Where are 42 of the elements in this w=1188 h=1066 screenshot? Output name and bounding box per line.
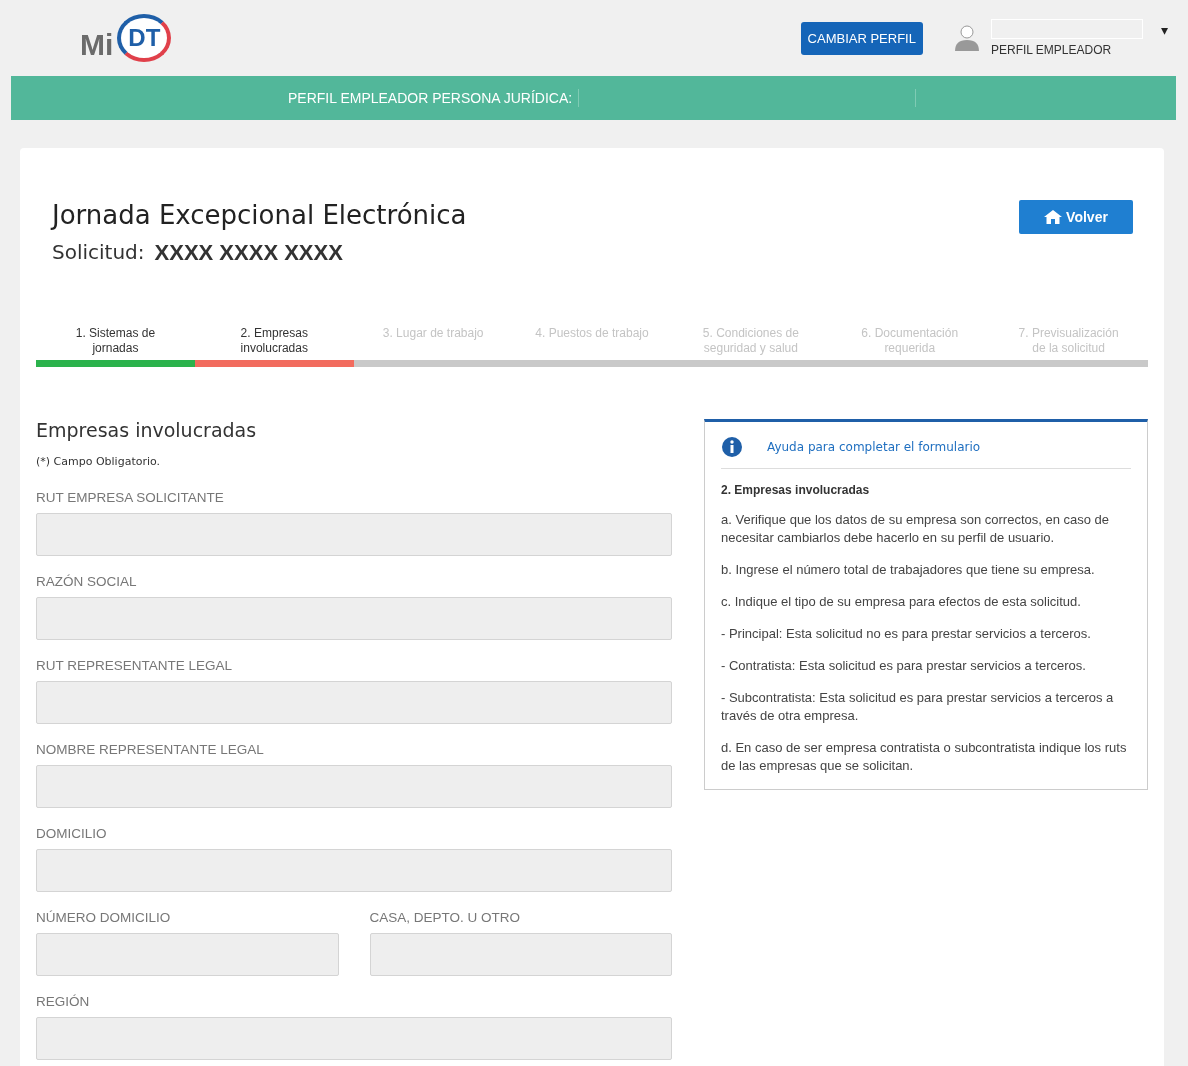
required-note: (*) Campo Obligatorio. xyxy=(36,455,162,468)
help-title: Ayuda para completar el formulario xyxy=(767,440,981,454)
help-paragraph: - Subcontratista: Esta solicitud es para prestar servicios a terceros a través de otra empresa. xyxy=(721,689,1115,725)
help-section-title: 2. Empresas involucradas xyxy=(721,483,871,497)
field-label: REGIÓN xyxy=(36,994,91,1009)
input-field[interactable] xyxy=(36,933,339,976)
user-icon xyxy=(952,24,981,52)
logo-text: Mi xyxy=(80,28,114,62)
field-label: RUT REPRESENTANTE LEGAL xyxy=(36,658,234,673)
field-label: NÚMERO DOMICILIO xyxy=(36,910,172,925)
info-icon xyxy=(721,436,743,458)
input-field[interactable] xyxy=(36,681,672,724)
input-field[interactable] xyxy=(36,765,672,808)
input-field[interactable] xyxy=(36,849,672,892)
form-title: Empresas involucradas xyxy=(36,419,258,441)
help-paragraph: - Contratista: Esta solicitud es para prestar servicios a terceros. xyxy=(721,657,1087,675)
request-label: Solicitud: xyxy=(52,240,145,266)
profile-label: PERFIL EMPLEADOR PERSONA JURÍDICA: xyxy=(288,90,573,106)
help-paragraph: d. En caso de ser empresa contratista o subcontratista indique los ruts de las empresas que se solicitan. xyxy=(721,739,1128,775)
user-role: PERFIL EMPLEADOR xyxy=(990,43,1113,57)
request-number: XXXX XXXX XXXX xyxy=(154,240,343,266)
back-button[interactable]: Volver xyxy=(1019,200,1133,234)
input-field[interactable] xyxy=(36,1017,672,1060)
page-title: Jornada Excepcional Electrónica xyxy=(52,200,467,230)
wizard-step[interactable]: 1. Sistemas de jornadas xyxy=(36,326,195,367)
wizard-step[interactable]: 2. Empresas involucradas xyxy=(194,326,354,367)
help-paragraph: c. Indique el tipo de su empresa para efectos de esta solicitud. xyxy=(721,593,1082,611)
home-icon xyxy=(1044,210,1063,224)
field-label: DOMICILIO xyxy=(36,826,108,841)
input-field[interactable] xyxy=(36,597,672,640)
input-field[interactable] xyxy=(369,933,672,976)
field-label: NOMBRE REPRESENTANTE LEGAL xyxy=(36,742,265,757)
logo-badge: DT xyxy=(117,14,172,62)
change-profile-button[interactable]: CAMBIAR PERFIL xyxy=(800,21,923,55)
dropdown-caret[interactable]: ▾ xyxy=(1160,22,1168,38)
field-label: RUT EMPRESA SOLICITANTE xyxy=(36,490,225,505)
help-paragraph: - Principal: Esta solicitud no es para prestar servicios a terceros. xyxy=(721,625,1092,643)
field-label: CASA, DEPTO. U OTRO xyxy=(369,910,522,925)
help-paragraph: b. Ingrese el número total de trabajadores que tiene su empresa. xyxy=(721,561,1096,579)
help-paragraph: a. Verifique que los datos de su empresa son correctos, en caso de necesitar cambiarlos debe hacerlo en su perfil de usuario. xyxy=(721,511,1111,547)
input-field[interactable] xyxy=(36,513,672,556)
field-label: RAZÓN SOCIAL xyxy=(36,574,138,589)
